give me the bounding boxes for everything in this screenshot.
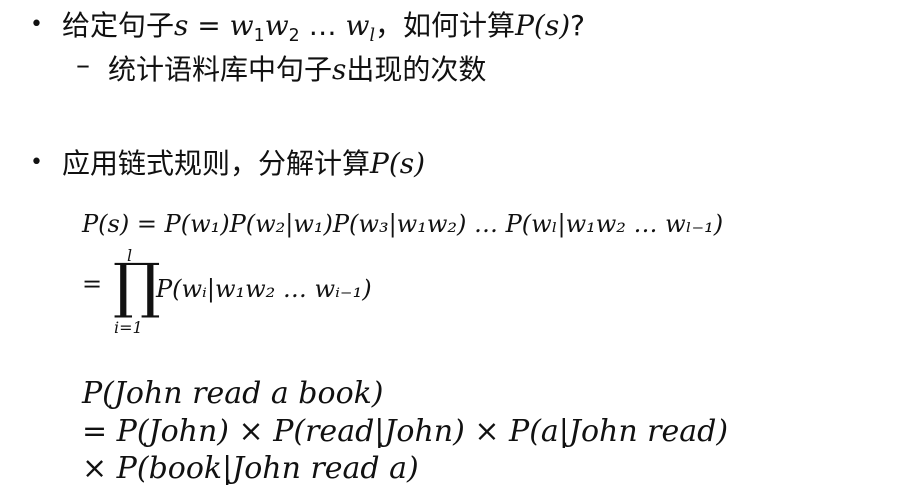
formula-eq: =: [197, 9, 230, 42]
bullet-marker: •: [30, 12, 43, 37]
bullet-2-prefix: 应用链式规则，分解计算: [62, 147, 371, 180]
sub-bullet-suffix: 出现的次数: [346, 53, 487, 86]
example-line3: × P(book|John read a): [82, 451, 419, 486]
product-lower: i=1: [114, 318, 143, 337]
bullet-1-suffix: ?: [570, 9, 585, 42]
example-line2: = P(John) × P(read|John) × P(a|John read…: [82, 414, 729, 449]
formula-ps: P(s): [515, 9, 571, 42]
formula-s: s: [174, 9, 189, 42]
formula-w2-sub: 2: [288, 26, 300, 47]
formula-dots: …: [299, 9, 346, 42]
bullet-1-prefix: 给定句子: [62, 9, 175, 42]
chain-rule-line2: P(wᵢ|w₁w₂ … wᵢ₋₁): [156, 275, 372, 303]
formula-wl: w: [345, 9, 370, 42]
chain-rule-eq: =: [82, 270, 103, 298]
example-line1: P(John read a book): [82, 376, 384, 411]
formula-w2: w: [264, 9, 289, 42]
sub-bullet-prefix: 统计语料库中句子: [108, 53, 333, 86]
chain-rule-line1: P(s) = P(w₁)P(w₂|w₁)P(w₃|w₁w₂) … P(wₗ|w₁…: [82, 210, 724, 238]
formula-w1-sub: 1: [253, 26, 265, 47]
bullet-1-middle: ，如何计算: [375, 9, 516, 42]
sub-bullet-marker: –: [76, 48, 90, 81]
bullet-marker: •: [30, 150, 43, 175]
formula-ps: P(s): [370, 147, 426, 180]
bullet-1-text: 给定句子s = w1w2 … wl，如何计算P(s)?: [62, 4, 585, 46]
product-symbol: ∏: [113, 251, 161, 321]
sub-bullet-s: s: [332, 53, 347, 86]
sub-bullet-text: 统计语料库中句子s出现的次数: [108, 48, 486, 88]
formula-w1: w: [229, 9, 254, 42]
bullet-2-text: 应用链式规则，分解计算P(s): [62, 142, 425, 182]
